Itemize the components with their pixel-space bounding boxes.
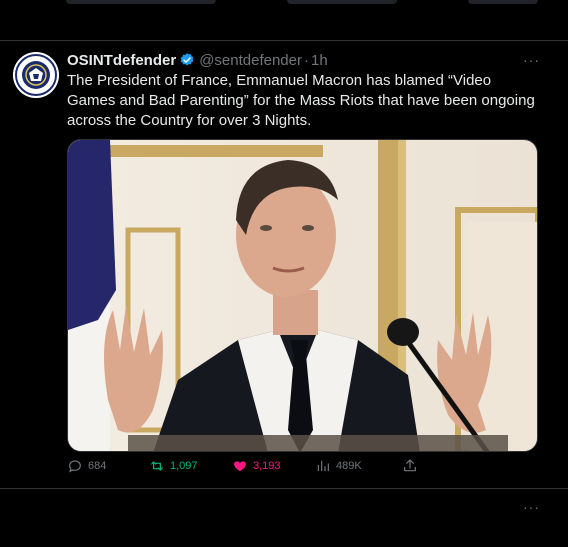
reply-icon xyxy=(68,460,81,473)
views-icon xyxy=(317,460,329,472)
heart-icon xyxy=(234,461,246,472)
header-separator: · xyxy=(303,51,309,69)
verified-badge-icon xyxy=(180,53,194,66)
divider-top xyxy=(0,40,568,41)
macron-speaking-photo xyxy=(68,140,537,451)
retweet-count: 1,097 xyxy=(170,460,198,472)
author-name[interactable]: OSINTdefender xyxy=(67,52,176,69)
retweet-icon xyxy=(151,461,163,471)
next-tweet-more-options-button[interactable]: ··· xyxy=(523,499,540,515)
more-options-button[interactable]: ··· xyxy=(523,52,540,68)
views-button[interactable]: 489K xyxy=(315,458,362,474)
share-icon xyxy=(404,459,416,472)
tweet-photo[interactable] xyxy=(67,139,538,452)
retweet-button[interactable]: 1,097 xyxy=(149,458,198,474)
tweet-header: OSINTdefender @sentdefender · 1h xyxy=(67,50,328,70)
reply-button[interactable]: 684 xyxy=(67,458,106,474)
reply-count: 684 xyxy=(88,460,107,472)
divider-bottom xyxy=(0,488,568,489)
osint-logo-icon xyxy=(13,52,59,98)
views-count: 489K xyxy=(336,460,362,472)
avatar[interactable] xyxy=(13,52,59,98)
share-button[interactable] xyxy=(402,458,418,474)
author-handle[interactable]: @sentdefender xyxy=(199,52,302,69)
tweet-text: The President of France, Emmanuel Macron… xyxy=(67,72,535,129)
previous-tweet-actions-strip xyxy=(66,0,538,6)
tweet-actions: 684 1,097 3,193 489K xyxy=(67,458,422,478)
like-button[interactable]: 3,193 xyxy=(232,458,281,474)
like-count: 3,193 xyxy=(253,460,281,472)
timestamp[interactable]: 1h xyxy=(311,52,328,69)
